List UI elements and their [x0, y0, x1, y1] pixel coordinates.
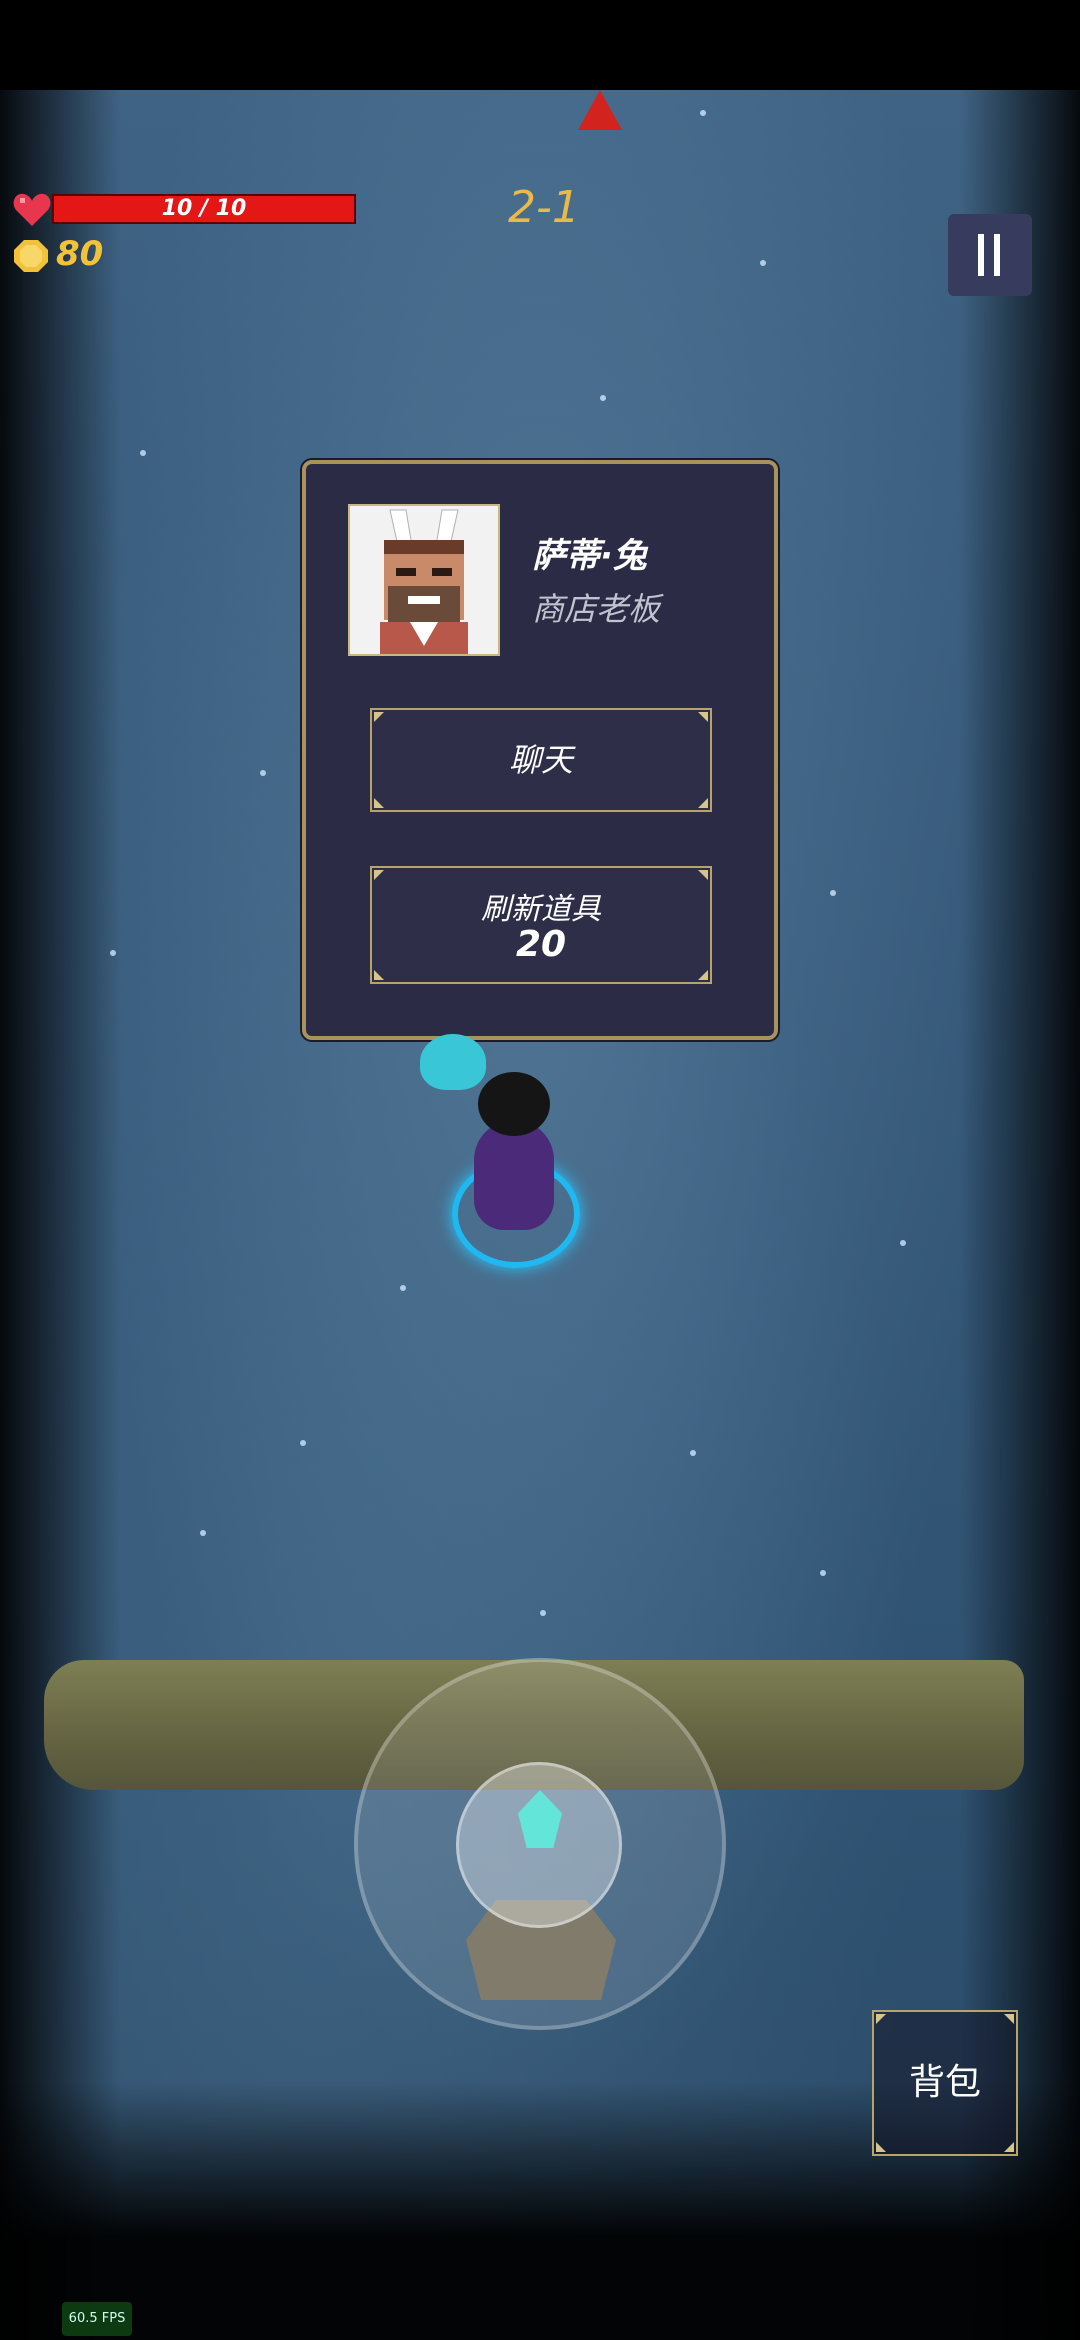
snowflake — [260, 770, 266, 776]
snowflake — [600, 395, 606, 401]
right-pine-trees — [960, 90, 1080, 2340]
player-character — [474, 1120, 554, 1230]
snowflake — [110, 950, 116, 956]
pause-icon — [994, 234, 1000, 276]
health-bar: 10 / 10 — [52, 194, 356, 224]
npc-role: 商店老板 — [532, 590, 661, 628]
snowflake — [400, 1285, 406, 1291]
exit-direction-arrow-icon — [578, 90, 622, 130]
corner-ornament — [698, 798, 708, 808]
pause-icon — [978, 234, 984, 276]
pause-button[interactable] — [948, 214, 1032, 296]
snowflake — [540, 1610, 546, 1616]
snowflake — [700, 110, 706, 116]
snowflake — [300, 1440, 306, 1446]
coin-icon — [14, 240, 48, 272]
corner-ornament — [374, 870, 384, 880]
corner-ornament — [1004, 2014, 1014, 2024]
corner-ornament — [374, 798, 384, 808]
snowflake — [690, 1450, 696, 1456]
backpack-label: 背包 — [908, 2062, 981, 2103]
snowflake — [140, 450, 146, 456]
left-pine-trees — [0, 90, 120, 2340]
stage-indicator: 2-1 — [508, 182, 580, 233]
npc-dialog: 萨蒂·兔 商店老板 聊天 刷新道具 20 — [302, 460, 778, 1040]
coin-count: 80 — [56, 234, 104, 274]
bearded-bunny-ears-portrait-icon — [350, 506, 498, 654]
status-bar-area — [0, 0, 1080, 90]
corner-ornament — [698, 970, 708, 980]
corner-ornament — [374, 970, 384, 980]
snowflake — [900, 1240, 906, 1246]
corner-ornament — [876, 2014, 886, 2024]
fps-counter: 60.5 FPS — [62, 2302, 132, 2336]
backpack-button[interactable]: 背包 — [872, 2010, 1018, 2156]
corner-ornament — [698, 712, 708, 722]
refresh-items-button[interactable]: 刷新道具 20 — [370, 866, 712, 984]
corner-ornament — [374, 712, 384, 722]
snowflake — [760, 260, 766, 266]
chat-button[interactable]: 聊天 — [370, 708, 712, 812]
chat-button-label: 聊天 — [508, 741, 573, 779]
health-text: 10 / 10 — [161, 196, 247, 221]
snowflake — [200, 1530, 206, 1536]
snowflake — [820, 1570, 826, 1576]
snowflake — [830, 890, 836, 896]
player-head — [478, 1072, 550, 1136]
corner-ornament — [1004, 2142, 1014, 2152]
refresh-button-label: 刷新道具 — [481, 892, 601, 927]
corner-ornament — [876, 2142, 886, 2152]
refresh-cost: 20 — [515, 924, 567, 965]
npc-portrait — [348, 504, 500, 656]
npc-name: 萨蒂·兔 — [532, 536, 647, 576]
pet-companion — [420, 1034, 486, 1090]
corner-ornament — [698, 870, 708, 880]
heart-icon — [13, 193, 51, 226]
